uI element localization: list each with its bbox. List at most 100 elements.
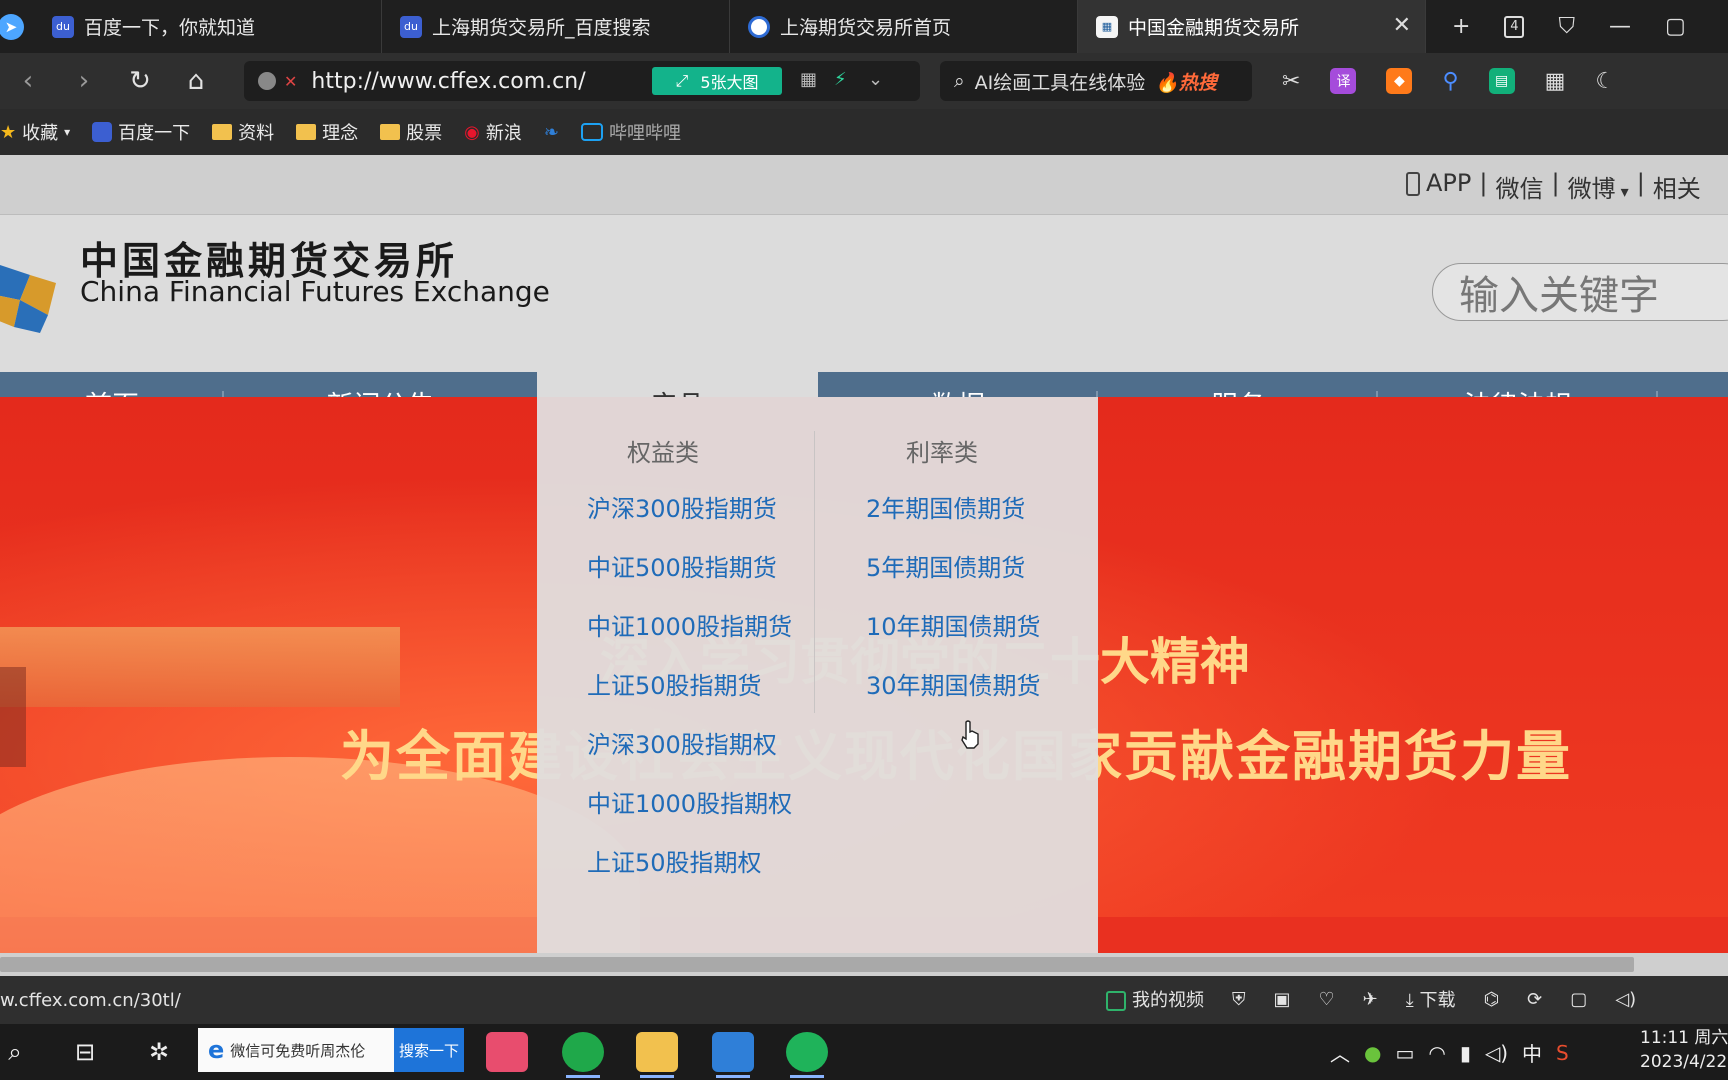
separator: | [1636,169,1645,197]
microphone-icon[interactable]: ▮ [1460,1041,1471,1065]
volume-icon[interactable]: ◁) [1615,989,1636,1010]
related-link[interactable]: 相关 [1653,169,1701,204]
moon-icon[interactable]: ☾ [1595,69,1615,94]
product-link-zz1000-futures[interactable]: 中证1000股指期货 [587,598,792,657]
wifi-icon[interactable]: ◠ [1428,1041,1445,1065]
banner-prev-button[interactable] [0,667,26,767]
bookmark-folder-linian[interactable]: 理念 [296,119,358,145]
search-icon: ⌕ [954,70,965,92]
product-link-hs300-futures[interactable]: 沪深300股指期货 [587,480,792,539]
forward-button[interactable]: › [56,66,112,96]
new-tab-button[interactable]: + [1452,14,1470,39]
hot-search-label[interactable]: 🔥热搜 [1155,68,1217,95]
product-link-2y-bond-futures[interactable]: 2年期国债期货 [866,480,1041,539]
magnifier-icon[interactable]: ⚲ [1442,69,1458,94]
site-logo-en[interactable]: China Financial Futures Exchange [80,275,550,308]
heartbeat-icon[interactable]: ♡ [1319,989,1335,1010]
bookmark-label: 百度一下 [118,123,191,144]
product-link-sz50-options[interactable]: 上证50股指期权 [587,834,792,893]
bookmark-bilibili[interactable]: 哔哩哔哩 [580,119,681,145]
tab-baidu-home[interactable]: du 百度一下，你就知道 [34,0,382,53]
wechat-link[interactable]: 微信 [1495,169,1543,204]
product-link-10y-bond-futures[interactable]: 10年期国债期货 [866,598,1041,657]
image-view-button[interactable]: ⤢ 5张大图 [652,67,782,95]
blocked-icon[interactable]: ✕ [284,72,297,91]
tab-baidu-search[interactable]: du 上海期货交易所_百度搜索 [382,0,730,53]
home-button[interactable]: ⌂ [168,66,224,96]
bookmark-favorites[interactable]: ★ 收藏 ▾ [0,119,70,145]
address-url[interactable]: http://www.cffex.com.cn/ [311,69,585,94]
maximize-icon[interactable]: ▢ [1665,14,1686,39]
tab-count-button[interactable]: 4 [1504,15,1525,38]
reload-button[interactable]: ↻ [112,66,168,96]
bilibili-app-icon[interactable] [486,1032,528,1072]
product-link-hs300-options[interactable]: 沪深300股指期权 [587,716,792,775]
horizontal-scrollbar-track[interactable] [0,953,1728,976]
shield-icon[interactable]: ⛨ [1232,989,1246,1010]
system-clock[interactable]: 11:11 周六 2023/4/22 [1640,1026,1728,1074]
bookmark-baidu[interactable]: 百度一下 [92,119,190,145]
weibo-link[interactable]: 微博 ▾ [1568,169,1629,204]
download-button[interactable]: ⤓ 下载 [1406,986,1456,1012]
ime-indicator[interactable]: 中 [1522,1038,1542,1067]
scissors-icon[interactable]: ✂ [1282,69,1300,94]
tab-label: 中国金融期货交易所 [1128,17,1300,39]
search-engine-box[interactable]: ⌕ AI绘画工具在线体验 🔥热搜 [940,61,1252,101]
grid-icon[interactable]: ▦ [1545,69,1566,94]
product-link-sz50-futures[interactable]: 上证50股指期货 [587,657,792,716]
sogou-icon[interactable]: S [1556,1041,1569,1065]
tab-cffex[interactable]: ▦ 中国金融期货交易所 ✕ [1078,0,1426,53]
my-video-button[interactable]: 我的视频 [1106,986,1204,1012]
chevron-up-icon[interactable]: ︿ [1330,1038,1350,1067]
rocket-icon[interactable]: ✈ [1363,989,1378,1010]
product-link-30y-bond-futures[interactable]: 30年期国债期货 [866,657,1041,716]
close-tab-icon[interactable]: ✕ [1393,13,1411,38]
system-tray: ︿ ● ▭ ◠ ▮ ◁) 中 S [1330,1038,1569,1067]
back-button[interactable]: ‹ [0,66,56,96]
bookmark-feather[interactable]: ❧ [544,122,559,143]
taskbar-search-button[interactable]: 搜索一下 [394,1028,464,1072]
cffex-logo-icon[interactable] [0,255,66,335]
minimize-icon[interactable]: — [1609,14,1631,39]
pinwheel-icon[interactable]: ✲ [138,1032,180,1072]
window-icon[interactable]: ▢ [1570,989,1587,1010]
game-icon[interactable]: ◆ [1386,68,1413,94]
bookmark-sina[interactable]: ◉ 新浪 [464,119,522,145]
scrollbar-thumb[interactable] [0,957,1634,972]
phone-icon [1406,172,1420,196]
battery-icon[interactable]: ▭ [1395,1041,1414,1065]
speaker-icon[interactable]: ◁) [1485,1041,1508,1065]
remote-desktop-icon[interactable] [712,1032,754,1078]
task-view-icon[interactable]: ⊟ [64,1032,106,1072]
browser-logo[interactable]: ➤ [0,0,34,53]
lightning-icon[interactable]: ⚡ [834,69,847,90]
site-search-input[interactable]: 输入关键字 [1432,263,1728,321]
bookmark-folder-ziliao[interactable]: 资料 [212,119,274,145]
image-view-label: 5张大图 [700,73,759,92]
tab-shfe-home[interactable]: 上海期货交易所首页 [730,0,1078,53]
file-explorer-icon[interactable] [636,1032,678,1078]
image-icon[interactable]: ▣ [1274,989,1291,1010]
web-page: APP | 微信 | 微博 ▾ | 相关 中国金融期货交易所 China Fin… [0,155,1728,955]
incognito-icon[interactable]: ⌬ [1483,989,1499,1010]
browser-app-icon[interactable] [562,1032,604,1078]
chevron-down-icon[interactable]: ⌄ [868,69,883,90]
wechat-icon[interactable] [786,1032,828,1078]
taskbar-search-widget[interactable]: e 微信可免费听周杰伦 搜索一下 [198,1028,464,1072]
refresh-ie-icon[interactable]: ⟳ [1527,989,1542,1010]
product-link-5y-bond-futures[interactable]: 5年期国债期货 [866,539,1041,598]
translate-icon[interactable]: 译 [1330,68,1357,94]
security-icon[interactable] [258,72,276,90]
site-top-bar: APP | 微信 | 微博 ▾ | 相关 [0,155,1728,215]
product-link-zz500-futures[interactable]: 中证500股指期货 [587,539,792,598]
product-link-zz1000-options[interactable]: 中证1000股指期权 [587,775,792,834]
security-tray-icon[interactable]: ● [1364,1041,1381,1065]
qr-code-icon[interactable]: ▦ [800,69,817,90]
bookmark-folder-gupiao[interactable]: 股票 [380,119,442,145]
app-link[interactable]: APP [1406,169,1471,204]
shirt-icon[interactable]: ⛉ [1558,14,1575,39]
book-icon[interactable]: ▤ [1488,68,1515,94]
search-icon[interactable]: ⌕ [0,1032,36,1072]
banner-building-image [0,627,400,707]
address-bar[interactable]: ✕ http://www.cffex.com.cn/ ⤢ 5张大图 ▦ ⚡ ⌄ [244,61,920,101]
